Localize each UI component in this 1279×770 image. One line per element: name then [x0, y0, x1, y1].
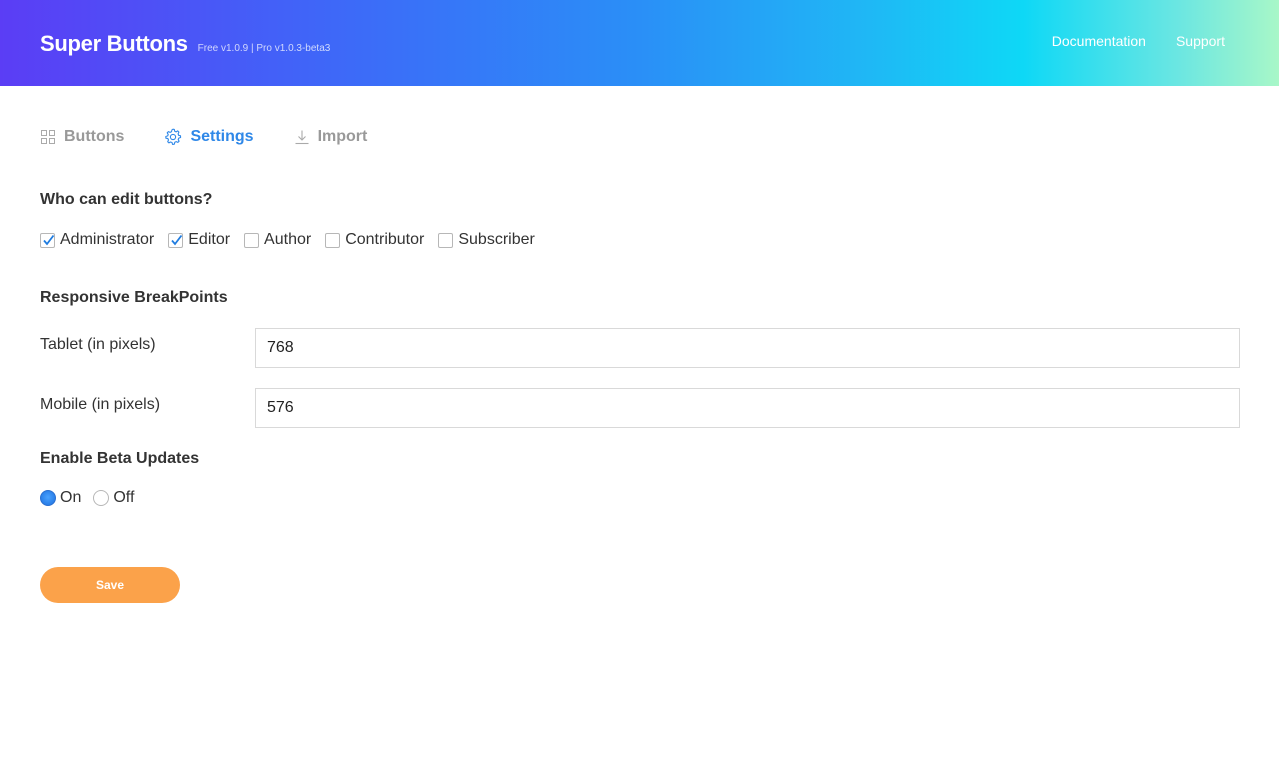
checkmark-icon — [43, 234, 55, 245]
mobile-width-input[interactable] — [255, 388, 1240, 428]
checkbox-box[interactable] — [168, 232, 184, 248]
download-icon — [295, 130, 309, 145]
checkbox-label: Contributor — [345, 231, 425, 248]
tablet-label: Tablet (in pixels) — [40, 336, 156, 353]
checkbox-label: Administrator — [60, 231, 155, 248]
top-nav: Documentation Support — [1022, 33, 1225, 49]
gear-icon — [165, 128, 182, 145]
checkbox-box[interactable] — [438, 232, 454, 248]
checkbox-administrator[interactable]: Administrator — [40, 231, 154, 249]
beta-updates-radios: On Off — [40, 489, 146, 507]
checkbox-label: Author — [264, 231, 312, 248]
tab-import-label: Import — [317, 128, 368, 145]
radio-label: On — [60, 489, 82, 506]
checkmark-icon — [171, 234, 183, 245]
checkbox-subscriber[interactable]: Subscriber — [438, 231, 535, 249]
documentation-link[interactable]: Documentation — [1052, 33, 1146, 49]
app-version: Free v1.0.9 | Pro v1.0.3-beta3 — [197, 43, 331, 54]
radio-on[interactable]: On — [40, 489, 81, 507]
radio-label: Off — [113, 489, 135, 506]
checkbox-label: Editor — [188, 231, 231, 248]
radio-button[interactable] — [40, 490, 56, 506]
radio-off[interactable]: Off — [93, 489, 134, 507]
checkbox-box[interactable] — [40, 232, 55, 248]
breakpoints-title: Responsive BreakPoints — [40, 289, 228, 306]
tab-buttons[interactable]: Buttons — [40, 128, 124, 146]
checkbox-author[interactable]: Author — [244, 231, 311, 249]
settings-tabs: Buttons Settings Import — [40, 128, 407, 146]
tab-settings[interactable]: Settings — [164, 128, 254, 146]
app-title: Super Buttons — [40, 31, 188, 56]
grid-icon — [41, 130, 55, 144]
role-checkboxes: Administrator Editor Author Contributor … — [40, 231, 549, 249]
app-header: Super Buttons Free v1.0.9 | Pro v1.0.3-b… — [0, 0, 1279, 86]
checkbox-contributor[interactable]: Contributor — [325, 231, 424, 249]
beta-updates-title: Enable Beta Updates — [40, 450, 200, 467]
tab-settings-label: Settings — [190, 128, 254, 145]
who-can-edit-title: Who can edit buttons? — [40, 191, 213, 208]
tablet-width-input[interactable] — [255, 328, 1240, 368]
brand: Super Buttons Free v1.0.9 | Pro v1.0.3-b… — [40, 31, 330, 57]
mobile-label: Mobile (in pixels) — [40, 396, 161, 413]
save-button[interactable]: Save — [40, 567, 180, 603]
radio-button[interactable] — [93, 490, 110, 506]
checkbox-box[interactable] — [325, 232, 341, 248]
checkbox-editor[interactable]: Editor — [168, 231, 230, 249]
support-link[interactable]: Support — [1176, 33, 1225, 49]
checkbox-label: Subscriber — [458, 231, 535, 248]
tab-import[interactable]: Import — [294, 128, 368, 146]
checkbox-box[interactable] — [244, 232, 260, 248]
tab-buttons-label: Buttons — [64, 128, 125, 145]
